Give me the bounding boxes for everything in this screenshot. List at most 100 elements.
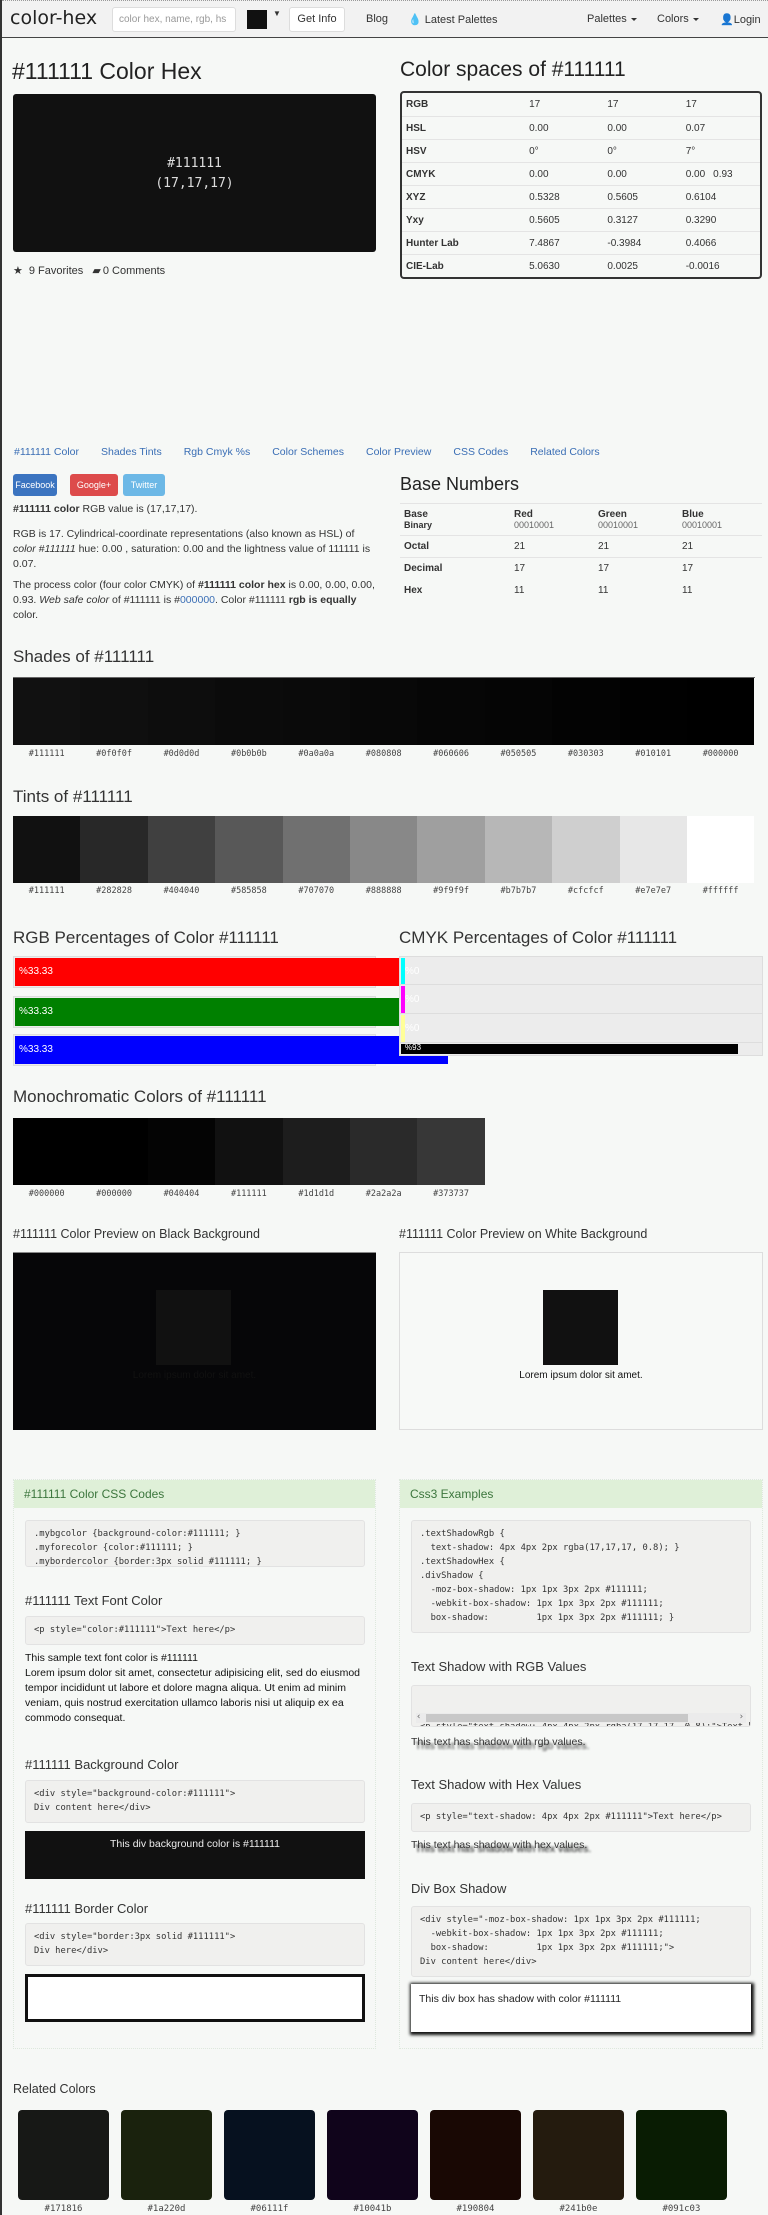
color-swatch-label[interactable]: #e7e7e7: [620, 886, 687, 896]
color-swatch-label[interactable]: #b7b7b7: [485, 886, 552, 896]
tab-link[interactable]: Related Colors: [530, 446, 599, 458]
color-swatch[interactable]: #373737: [417, 1118, 485, 1199]
web-safe-color-link[interactable]: 000000: [180, 594, 215, 606]
color-swatch-label[interactable]: #000000: [80, 1189, 147, 1199]
color-swatch[interactable]: #b7b7b7: [484, 816, 553, 896]
color-swatch-label[interactable]: #888888: [350, 886, 417, 896]
color-swatch-label[interactable]: #0f0f0f: [80, 749, 147, 759]
nav-colors-dropdown[interactable]: Colors: [657, 13, 699, 25]
color-swatch-label[interactable]: #9f9f9f: [417, 886, 484, 896]
color-swatch-label[interactable]: #000000: [687, 749, 754, 759]
color-swatch-label[interactable]: #010101: [620, 749, 687, 759]
color-swatch[interactable]: #000000: [13, 1118, 81, 1199]
color-swatch[interactable]: #0f0f0f: [80, 678, 148, 759]
color-swatch-label[interactable]: #0a0a0a: [283, 749, 350, 759]
tab-link[interactable]: Shades Tints: [101, 446, 162, 458]
related-color-swatch[interactable]: [326, 2110, 418, 2200]
color-swatch-label[interactable]: #060606: [417, 749, 484, 759]
color-swatch-label[interactable]: #ffffff: [687, 886, 754, 896]
color-swatch[interactable]: #888888: [349, 816, 418, 896]
color-swatch-label[interactable]: #050505: [485, 749, 552, 759]
color-swatch[interactable]: #000000: [80, 1118, 148, 1199]
color-swatch[interactable]: #000000: [686, 678, 755, 759]
get-info-button[interactable]: Get Info: [289, 7, 345, 32]
scroll-right-icon[interactable]: ›: [739, 1710, 744, 1724]
div-box-shadow-code[interactable]: <div style="-moz-box-shadow: 1px 1px 3px…: [411, 1906, 751, 1977]
related-color-label[interactable]: #06111f: [224, 2204, 315, 2214]
comments-count[interactable]: 0 Comments: [103, 265, 165, 277]
color-swatch[interactable]: #010101: [619, 678, 687, 759]
color-swatch[interactable]: #9f9f9f: [417, 816, 485, 896]
color-swatch[interactable]: #e7e7e7: [619, 816, 687, 896]
color-swatch-label[interactable]: #111111: [215, 1189, 282, 1199]
text-font-color-code[interactable]: <p style="color:#111111">Text here</p>: [25, 1616, 365, 1645]
related-color-label[interactable]: #1a220d: [121, 2204, 212, 2214]
color-swatch-label[interactable]: #080808: [350, 749, 417, 759]
nav-login[interactable]: 👤Login: [720, 13, 761, 26]
color-swatch[interactable]: #585858: [215, 816, 283, 896]
brand-logo[interactable]: color-hex: [10, 7, 97, 29]
color-swatch[interactable]: #0a0a0a: [282, 678, 350, 759]
related-color-swatch[interactable]: [223, 2110, 315, 2200]
text-shadow-hex-code[interactable]: <p style="text-shadow: 4px 4px 2px #1111…: [411, 1803, 751, 1832]
color-swatch[interactable]: #1d1d1d: [282, 1118, 350, 1199]
facebook-share-button[interactable]: Facebook: [13, 474, 57, 496]
nav-blog[interactable]: Blog: [366, 13, 388, 25]
twitter-share-button[interactable]: Twitter: [123, 474, 165, 496]
related-color-label[interactable]: #091c03: [636, 2204, 727, 2214]
color-swatch[interactable]: #060606: [417, 678, 485, 759]
color-swatch-label[interactable]: #585858: [215, 886, 282, 896]
color-swatch-label[interactable]: #282828: [80, 886, 147, 896]
color-swatch-label[interactable]: #cfcfcf: [552, 886, 619, 896]
color-swatch-label[interactable]: #1d1d1d: [283, 1189, 350, 1199]
css3-code-block[interactable]: .textShadowRgb { text-shadow: 4px 4px 2p…: [411, 1520, 751, 1633]
css-codes-block[interactable]: .mybgcolor {background-color:#111111; } …: [25, 1520, 365, 1567]
nav-latest-palettes[interactable]: 💧 Latest Palettes: [408, 13, 498, 26]
google-share-button[interactable]: Google+: [70, 474, 118, 496]
star-icon[interactable]: ★: [13, 265, 23, 277]
color-swatch[interactable]: #282828: [80, 816, 148, 896]
color-swatch-label[interactable]: #2a2a2a: [350, 1189, 417, 1199]
color-swatch-label[interactable]: #707070: [283, 886, 350, 896]
related-color-swatch[interactable]: [532, 2110, 624, 2200]
nav-palettes-dropdown[interactable]: Palettes: [587, 13, 637, 25]
text-shadow-rgb-code[interactable]: <p style="text-shadow: 4px 4px 2px rgba(…: [411, 1685, 751, 1727]
caret-down-icon[interactable]: ▼: [273, 9, 281, 18]
color-swatch[interactable]: #050505: [484, 678, 553, 759]
tab-link[interactable]: Color Schemes: [272, 446, 344, 458]
related-color-swatch[interactable]: [18, 2110, 109, 2200]
color-swatch[interactable]: #111111: [215, 1118, 283, 1199]
color-swatch[interactable]: #cfcfcf: [552, 816, 620, 896]
color-swatch-label[interactable]: #040404: [148, 1189, 215, 1199]
scroll-left-icon[interactable]: ‹: [416, 1710, 421, 1724]
related-color-label[interactable]: #241b0e: [533, 2204, 624, 2214]
color-swatch[interactable]: #ffffff: [686, 816, 755, 896]
related-color-swatch[interactable]: [120, 2110, 212, 2200]
border-color-code[interactable]: <div style="border:3px solid #111111"> D…: [25, 1923, 365, 1966]
horizontal-scrollbar[interactable]: ‹ ›: [416, 1710, 746, 1724]
color-picker-swatch[interactable]: [247, 10, 267, 29]
related-color-swatch[interactable]: [635, 2110, 727, 2200]
color-swatch[interactable]: #111111: [13, 816, 81, 896]
related-color-swatch[interactable]: [429, 2110, 521, 2200]
related-color-label[interactable]: #190804: [430, 2204, 521, 2214]
color-swatch-label[interactable]: #0d0d0d: [148, 749, 215, 759]
color-swatch[interactable]: #2a2a2a: [349, 1118, 418, 1199]
color-swatch[interactable]: #030303: [552, 678, 620, 759]
tab-link[interactable]: Rgb Cmyk %s: [184, 446, 251, 458]
color-swatch[interactable]: #404040: [147, 816, 216, 896]
color-swatch[interactable]: #0b0b0b: [215, 678, 283, 759]
color-swatch-label[interactable]: #111111: [13, 749, 80, 759]
color-swatch-label[interactable]: #0b0b0b: [215, 749, 282, 759]
scrollbar-thumb[interactable]: [426, 1714, 688, 1722]
related-color-label[interactable]: #171816: [18, 2204, 109, 2214]
color-swatch[interactable]: #707070: [282, 816, 350, 896]
color-swatch-label[interactable]: #373737: [417, 1189, 484, 1199]
color-swatch-label[interactable]: #404040: [148, 886, 215, 896]
tab-link[interactable]: Color Preview: [366, 446, 431, 458]
favorites-count[interactable]: 9 Favorites: [29, 265, 83, 277]
background-color-code[interactable]: <div style="background-color:#111111"> D…: [25, 1780, 365, 1823]
search-input[interactable]: color hex, name, rgb, hs: [112, 7, 236, 32]
tab-link[interactable]: #111111 Color: [14, 446, 79, 458]
color-swatch-label[interactable]: #000000: [13, 1189, 80, 1199]
